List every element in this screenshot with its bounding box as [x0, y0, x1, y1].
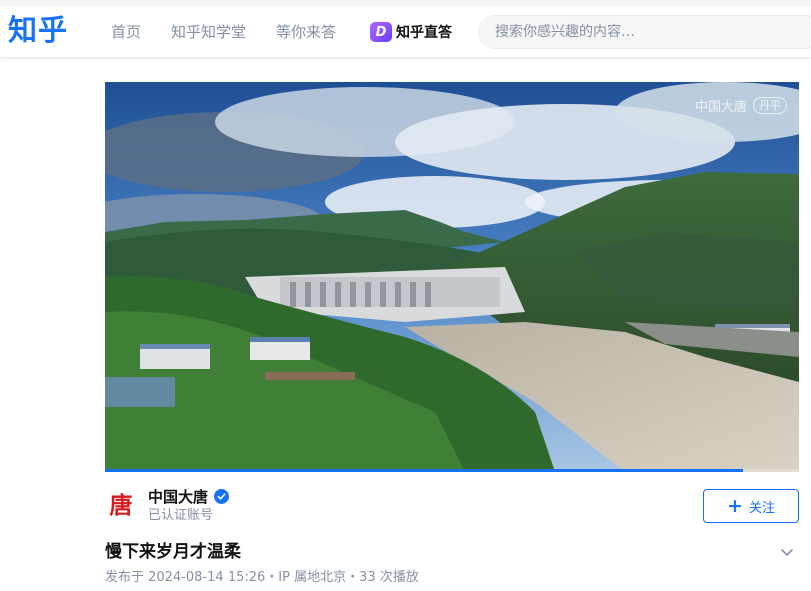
- video-watermark: 中国大唐 丹平: [695, 96, 787, 115]
- nav-zhida[interactable]: D 知乎直答: [370, 20, 452, 44]
- zhida-logo-icon: D: [370, 22, 392, 42]
- author-verified-label: 已认证账号: [148, 508, 214, 523]
- nav-waiting-answers[interactable]: 等你来答: [276, 22, 336, 42]
- video-frame-image: [105, 82, 799, 472]
- video-progress-bar[interactable]: [105, 469, 799, 472]
- nav-zhixuetang[interactable]: 知乎知学堂: [171, 22, 246, 42]
- chevron-down-icon[interactable]: [779, 544, 795, 560]
- avatar-glyph: 唐: [109, 492, 133, 519]
- post-title: 慢下来岁月才温柔: [105, 542, 241, 562]
- top-navbar: 知乎 首页 知乎知学堂 等你来答 D 知乎直答: [0, 6, 811, 58]
- search-box[interactable]: [478, 15, 811, 49]
- zhihu-logo[interactable]: 知乎: [8, 12, 68, 48]
- video-player[interactable]: 中国大唐 丹平: [105, 82, 799, 472]
- video-progress-fill: [105, 469, 744, 472]
- zhida-label: 知乎直答: [396, 25, 452, 41]
- watermark-text: 中国大唐: [694, 100, 747, 115]
- author-name[interactable]: 中国大唐: [148, 487, 208, 507]
- plus-icon: +: [727, 494, 743, 517]
- follow-button[interactable]: + 关注: [703, 489, 799, 523]
- nav-home[interactable]: 首页: [111, 22, 141, 42]
- post-meta: 发布于 2024-08-14 15:26・IP 属地北京・33 次播放: [105, 570, 419, 585]
- author-avatar[interactable]: 唐: [106, 491, 136, 521]
- search-input[interactable]: [479, 16, 811, 48]
- watermark-chip: 丹平: [753, 97, 787, 114]
- follow-label: 关注: [748, 500, 775, 516]
- verified-check-icon: [214, 489, 229, 504]
